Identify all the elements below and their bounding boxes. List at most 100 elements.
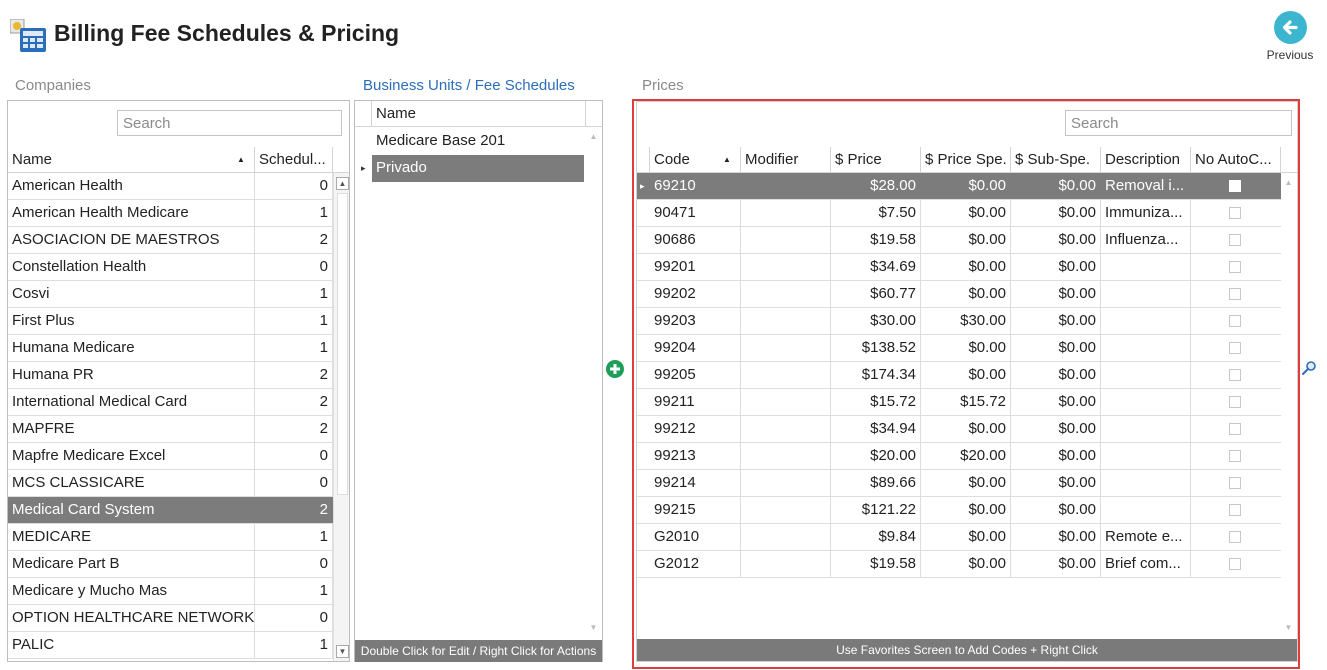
prices-search-input[interactable]: Search	[1065, 110, 1292, 136]
company-row[interactable]: Cosvi 1	[8, 281, 333, 308]
sort-ascending-icon: ▲	[723, 155, 731, 164]
scroll-up-arrow-icon[interactable]: ▲	[588, 131, 599, 142]
company-row[interactable]: PALIC 1	[8, 632, 333, 659]
column-header-modifier[interactable]: Modifier	[741, 147, 831, 172]
no-autocharge-checkbox[interactable]	[1229, 234, 1241, 246]
price-row[interactable]: 99203 $30.00 $30.00 $0.00	[637, 308, 1281, 335]
no-autocharge-checkbox[interactable]	[1229, 477, 1241, 489]
no-autocharge-checkbox[interactable]	[1229, 342, 1241, 354]
companies-search-input[interactable]: Search	[117, 110, 342, 136]
price-row[interactable]: 99201 $34.69 $0.00 $0.00	[637, 254, 1281, 281]
company-row[interactable]: MAPFRE 2	[8, 416, 333, 443]
company-row[interactable]: ASOCIACION DE MAESTROS 2	[8, 227, 333, 254]
no-autocharge-checkbox[interactable]	[1229, 369, 1241, 381]
column-header-price-spe[interactable]: $ Price Spe.	[921, 147, 1011, 172]
company-row[interactable]: MEDICARE 1	[8, 524, 333, 551]
price-description	[1101, 389, 1191, 415]
no-autocharge-checkbox[interactable]	[1229, 207, 1241, 219]
price-row[interactable]: 99204 $138.52 $0.00 $0.00	[637, 335, 1281, 362]
scrollbar-thumb[interactable]	[337, 193, 348, 495]
company-row[interactable]: OPTION HEALTHCARE NETWORK 0	[8, 605, 333, 632]
scroll-down-arrow-icon[interactable]: ▼	[588, 622, 599, 633]
no-autocharge-checkbox[interactable]	[1229, 396, 1241, 408]
company-row[interactable]: Medical Card System 2	[8, 497, 333, 524]
price-row[interactable]: ▸ 69210 $28.00 $0.00 $0.00 Removal i...	[637, 173, 1281, 200]
price-row[interactable]: 99202 $60.77 $0.00 $0.00	[637, 281, 1281, 308]
price-row[interactable]: 99205 $174.34 $0.00 $0.00	[637, 362, 1281, 389]
company-row[interactable]: Mapfre Medicare Excel 0	[8, 443, 333, 470]
no-autocharge-checkbox[interactable]	[1229, 423, 1241, 435]
company-row[interactable]: Humana Medicare 1	[8, 335, 333, 362]
price-row[interactable]: 99211 $15.72 $15.72 $0.00	[637, 389, 1281, 416]
scroll-down-arrow-icon[interactable]: ▼	[336, 645, 349, 658]
no-autocharge-checkbox[interactable]	[1229, 504, 1241, 516]
price-specialist: $0.00	[921, 551, 1011, 577]
no-autocharge-checkbox[interactable]	[1229, 315, 1241, 327]
scroll-up-arrow-icon[interactable]: ▲	[336, 177, 349, 190]
price-modifier	[741, 200, 831, 226]
column-header-code[interactable]: Code ▲	[650, 147, 741, 172]
column-header-price[interactable]: $ Price	[831, 147, 921, 172]
column-header-name[interactable]: Name ▲	[8, 147, 255, 172]
price-code: 99214	[650, 470, 741, 496]
magnifier-icon[interactable]	[1301, 360, 1317, 381]
column-header-bu-name[interactable]: Name	[372, 101, 586, 126]
no-autocharge-checkbox[interactable]	[1229, 450, 1241, 462]
previous-label[interactable]: Previous	[1264, 48, 1316, 62]
price-amount: $19.58	[831, 551, 921, 577]
price-modifier	[741, 524, 831, 550]
column-header-schedules[interactable]: Schedul...	[255, 147, 333, 172]
price-row[interactable]: 99214 $89.66 $0.00 $0.00	[637, 470, 1281, 497]
arrow-left-icon[interactable]	[1273, 11, 1307, 44]
price-modifier	[741, 443, 831, 469]
price-specialist: $0.00	[921, 524, 1011, 550]
plus-circle-icon[interactable]	[605, 359, 625, 384]
no-autocharge-checkbox[interactable]	[1229, 288, 1241, 300]
price-specialist: $0.00	[921, 497, 1011, 523]
fee-schedule-row[interactable]: Privado	[372, 155, 584, 182]
scroll-down-arrow-icon[interactable]: ▼	[1283, 622, 1294, 633]
no-autocharge-checkbox[interactable]	[1229, 558, 1241, 570]
price-amount: $89.66	[831, 470, 921, 496]
companies-scrollbar[interactable]: ▲ ▼	[333, 173, 349, 661]
no-autocharge-checkbox[interactable]	[1229, 531, 1241, 543]
company-name: MEDICARE	[8, 524, 255, 550]
company-row[interactable]: Medicare Part B0	[8, 551, 333, 578]
previous-button[interactable]: Previous	[1264, 10, 1316, 66]
company-row[interactable]: International Medical Card 2	[8, 389, 333, 416]
company-row[interactable]: Humana PR 2	[8, 362, 333, 389]
company-schedule-count: 0	[255, 173, 333, 199]
company-row[interactable]: American Health 0	[8, 173, 333, 200]
column-header-description[interactable]: Description	[1101, 147, 1191, 172]
price-row[interactable]: 99213 $20.00 $20.00 $0.00	[637, 443, 1281, 470]
scroll-up-arrow-icon[interactable]: ▲	[1283, 177, 1294, 188]
company-schedule-count: 1	[255, 632, 333, 658]
column-header-sub-spe[interactable]: $ Sub-Spe.	[1011, 147, 1101, 172]
price-code: 99203	[650, 308, 741, 334]
price-row[interactable]: G2010 $9.84 $0.00 $0.00 Remote e...	[637, 524, 1281, 551]
prices-scrollbar[interactable]: ▲ ▼	[1281, 173, 1297, 637]
company-row[interactable]: First Plus 1	[8, 308, 333, 335]
company-row[interactable]: American Health Medicare 1	[8, 200, 333, 227]
company-row[interactable]: MCS CLASSICARE 0	[8, 470, 333, 497]
company-row[interactable]: Constellation Health 0	[8, 254, 333, 281]
company-schedule-count: 1	[255, 200, 333, 226]
price-description: Remote e...	[1101, 524, 1191, 550]
bu-scrollbar[interactable]: ▲ ▼	[586, 127, 602, 637]
price-specialist: $0.00	[921, 200, 1011, 226]
price-row[interactable]: G2012 $19.58 $0.00 $0.00 Brief com...	[637, 551, 1281, 578]
price-row[interactable]: 99212 $34.94 $0.00 $0.00	[637, 416, 1281, 443]
company-schedule-count: 1	[255, 335, 333, 361]
price-code: 90471	[650, 200, 741, 226]
column-header-no-autoc[interactable]: No AutoC...	[1191, 147, 1281, 172]
no-autocharge-checkbox[interactable]	[1229, 261, 1241, 273]
price-sub-specialist: $0.00	[1011, 416, 1101, 442]
no-autocharge-checkbox[interactable]	[1229, 180, 1241, 192]
price-row[interactable]: 90686 $19.58 $0.00 $0.00 Influenza...	[637, 227, 1281, 254]
price-row[interactable]: 90471 $7.50 $0.00 $0.00 Immuniza...	[637, 200, 1281, 227]
price-row[interactable]: 99215 $121.22 $0.00 $0.00	[637, 497, 1281, 524]
price-sub-specialist: $0.00	[1011, 227, 1101, 253]
price-modifier	[741, 335, 831, 361]
fee-schedule-row[interactable]: Medicare Base 201	[372, 128, 584, 155]
company-row[interactable]: Medicare y Mucho Mas 1	[8, 578, 333, 605]
